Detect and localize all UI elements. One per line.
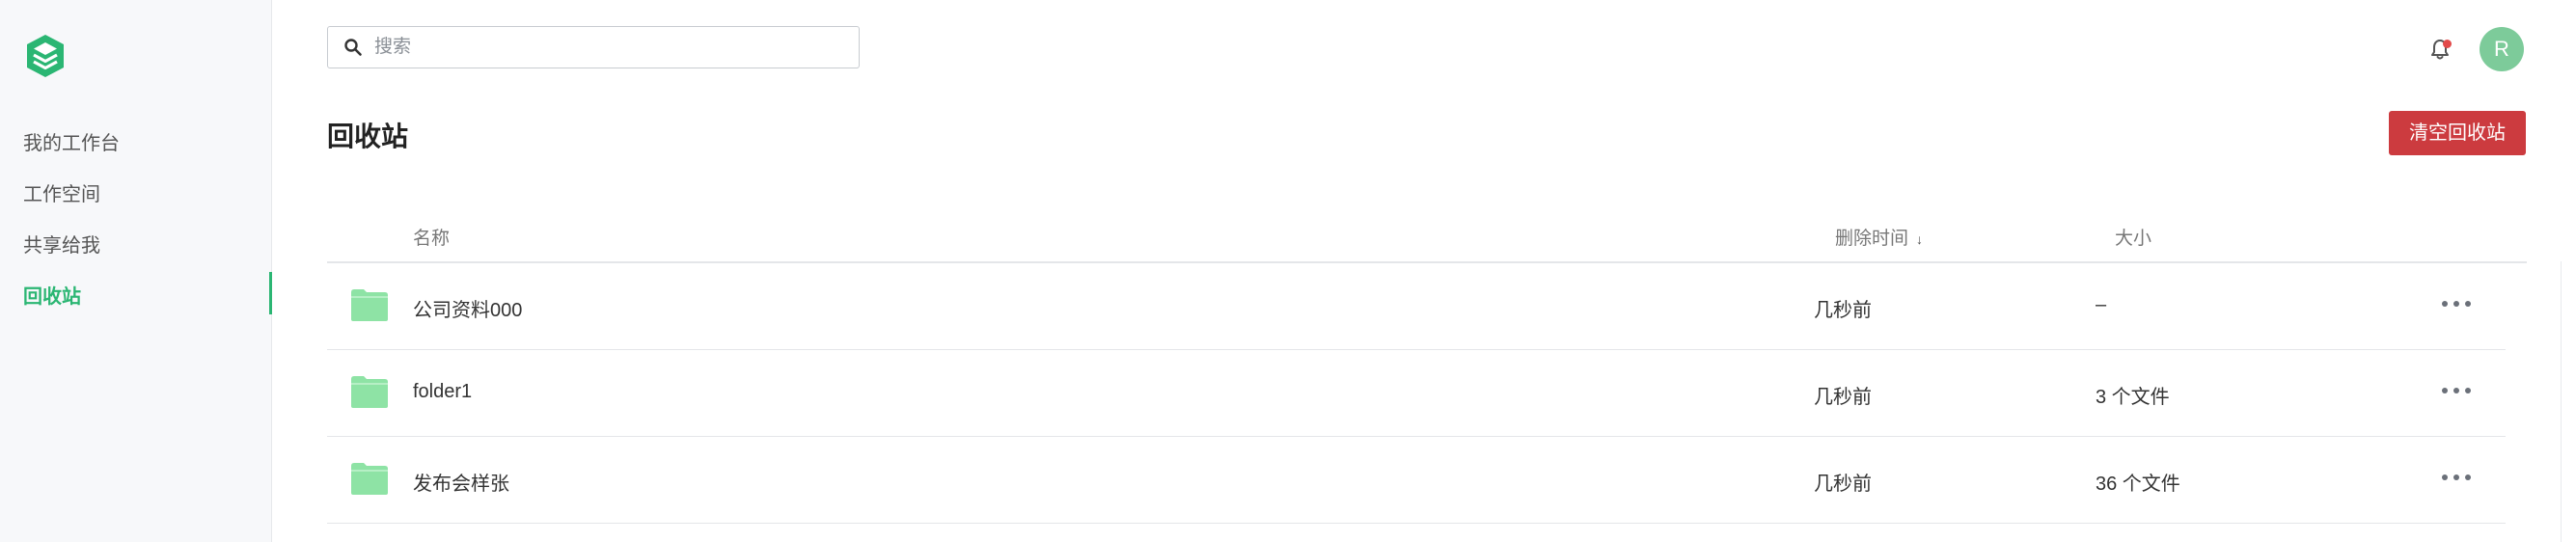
row-name: 发布会样张 (413, 474, 509, 495)
column-header-name[interactable]: 名称 (413, 224, 450, 250)
row-name: 公司资料000 (413, 300, 523, 321)
table-row[interactable]: folder1 几秒前 3 个文件 (327, 350, 2506, 437)
row-deleted-time: 几秒前 (1814, 387, 1872, 408)
more-horizontal-icon[interactable] (2439, 466, 2474, 489)
sidebar: 我的工作台 工作空间 共享给我 回收站 (0, 0, 272, 542)
scroll-edge (2561, 261, 2562, 542)
table-row[interactable]: 公司资料000 几秒前 – (327, 263, 2506, 350)
row-deleted-time: 几秒前 (1814, 474, 1872, 495)
column-header-deleted-time-label: 删除时间 (1835, 229, 1909, 249)
notification-badge (2443, 40, 2452, 48)
empty-recycle-bin-button[interactable]: 清空回收站 (2389, 111, 2526, 155)
sort-desc-icon: ↓ (1916, 231, 1924, 247)
table-row[interactable]: 发布会样张 几秒前 36 个文件 (327, 437, 2506, 524)
search-input[interactable] (374, 33, 847, 62)
app-root: 我的工作台 工作空间 共享给我 回收站 R 回收站 清空回收站 名称 删除时间 ↓… (0, 0, 2576, 542)
sidebar-item-shared-with-me[interactable]: 共享给我 (23, 230, 100, 257)
row-size: 36 个文件 (2096, 474, 2180, 495)
column-header-size[interactable]: 大小 (2115, 224, 2151, 250)
more-horizontal-icon[interactable] (2439, 379, 2474, 402)
cube-logo-icon[interactable] (23, 33, 68, 79)
sidebar-item-recycle-bin[interactable]: 回收站 (23, 281, 81, 309)
column-header-deleted-time[interactable]: 删除时间 ↓ (1835, 224, 1923, 250)
row-size: – (2096, 294, 2107, 315)
folder-icon (350, 461, 389, 496)
sidebar-item-my-workbench[interactable]: 我的工作台 (23, 127, 120, 155)
search-box (327, 26, 860, 68)
page-title: 回收站 (327, 122, 409, 151)
folder-icon (350, 287, 389, 322)
sidebar-active-indicator (269, 272, 272, 314)
row-name: folder1 (413, 381, 473, 402)
more-horizontal-icon[interactable] (2439, 292, 2474, 315)
folder-icon (350, 374, 389, 409)
row-deleted-time: 几秒前 (1814, 300, 1872, 321)
avatar[interactable]: R (2480, 27, 2524, 71)
sidebar-item-workspace[interactable]: 工作空间 (23, 178, 100, 206)
search-icon (343, 38, 363, 57)
row-size: 3 个文件 (2096, 387, 2170, 408)
